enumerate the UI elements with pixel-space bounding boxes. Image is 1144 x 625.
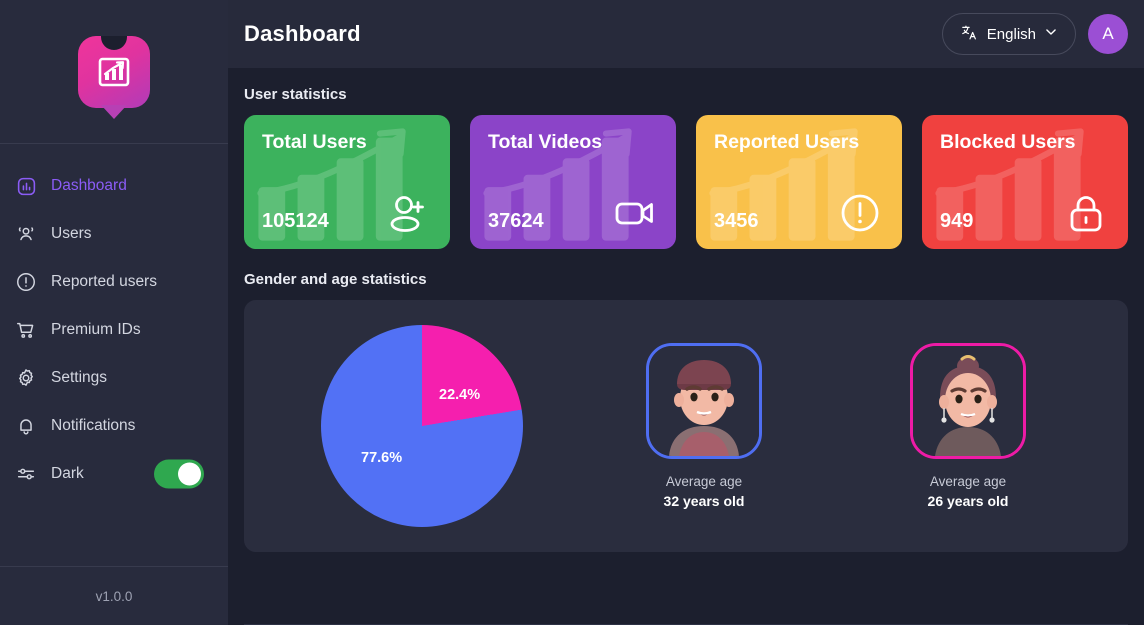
toggle-knob — [178, 462, 201, 486]
sidebar-item-settings[interactable]: Settings — [0, 354, 228, 402]
female-average-age-value: 26 years old — [927, 493, 1009, 509]
female-avatar-icon — [910, 343, 1026, 459]
sidebar-item-notifications[interactable]: Notifications — [0, 402, 228, 450]
stat-card-title: Blocked Users — [940, 131, 1076, 153]
sidebar-item-dashboard[interactable]: Dashboard — [0, 162, 228, 210]
translate-icon — [960, 23, 979, 46]
main-area: Dashboard English A User statistics Tota… — [228, 0, 1144, 625]
stat-card-value: 949 — [940, 210, 974, 232]
stat-card-total-users[interactable]: Total Users 105124 — [244, 115, 450, 249]
stat-card-title: Total Videos — [488, 131, 603, 153]
pie-chart-graphic: 22.4% 77.6% — [321, 325, 523, 527]
alert-circle-icon — [14, 270, 38, 294]
page-title: Dashboard — [244, 21, 361, 46]
gear-icon — [14, 366, 38, 390]
chevron-down-icon — [1044, 25, 1058, 43]
video-camera-icon — [610, 189, 658, 237]
top-bar: Dashboard English A — [228, 0, 1144, 68]
sidebar-item-label: Users — [51, 225, 92, 242]
male-stat-block: Average age 32 years old — [572, 343, 836, 509]
male-average-age-caption: Average age — [665, 474, 743, 489]
user-statistics-title: User statistics — [244, 86, 347, 103]
stat-card-blocked-users[interactable]: Blocked Users 949 — [922, 115, 1128, 249]
app-logo — [0, 0, 228, 143]
male-average-age-value: 32 years old — [663, 493, 745, 509]
sidebar-item-premium-ids[interactable]: Premium IDs — [0, 306, 228, 354]
users-group-icon — [14, 222, 38, 246]
stat-card-value: 3456 — [714, 210, 759, 232]
stat-card-total-videos[interactable]: Total Videos 37624 — [470, 115, 676, 249]
stat-card-title: Reported Users — [714, 131, 860, 153]
shopping-cart-icon — [14, 318, 38, 342]
top-bar-actions: English A — [941, 13, 1128, 55]
dark-mode-toggle[interactable] — [154, 459, 204, 489]
stat-card-reported-users[interactable]: Reported Users 3456 — [696, 115, 902, 249]
sidebar-item-label: Dashboard — [51, 177, 127, 194]
dashboard-app: Dashboard Users Reported users Premium I… — [0, 0, 1144, 625]
chart-bubble-logo-icon — [78, 35, 150, 108]
sidebar-item-label: Settings — [51, 369, 108, 386]
female-stat-block: Average age 26 years old — [836, 343, 1100, 509]
sidebar: Dashboard Users Reported users Premium I… — [0, 0, 228, 625]
stat-card-list: Total Users 105124 Total Videos 37624 Re… — [244, 115, 1128, 249]
pie-slice-label-male: 77.6% — [361, 450, 403, 466]
stat-card-value: 37624 — [488, 210, 544, 232]
chart-square-icon — [14, 174, 38, 198]
stat-card-title: Total Users — [262, 131, 367, 153]
sidebar-item-users[interactable]: Users — [0, 210, 228, 258]
stat-card-value: 105124 — [262, 210, 329, 232]
user-plus-icon — [384, 189, 432, 237]
sidebar-item-dark[interactable]: Dark — [0, 450, 228, 498]
language-selector[interactable]: English — [941, 13, 1076, 55]
gender-age-card: 22.4% 77.6% Average age 32 years old Ave… — [244, 300, 1128, 552]
male-avatar-icon — [646, 343, 762, 459]
lock-icon — [1062, 189, 1110, 237]
sidebar-nav: Dashboard Users Reported users Premium I… — [0, 144, 228, 566]
bell-icon — [14, 414, 38, 438]
language-label: English — [986, 25, 1036, 43]
gender-pie-chart: 22.4% 77.6% — [272, 325, 572, 527]
exclamation-circle-icon — [836, 189, 884, 237]
sidebar-item-label: Premium IDs — [51, 321, 141, 338]
avatar[interactable]: A — [1088, 14, 1128, 54]
dashboard-content: User statistics Total Users 105124 Total… — [228, 68, 1144, 625]
sidebar-item-label: Reported users — [51, 273, 157, 290]
sliders-icon — [14, 462, 38, 486]
sidebar-item-reported-users[interactable]: Reported users — [0, 258, 228, 306]
sidebar-item-label: Notifications — [51, 417, 136, 434]
female-average-age-caption: Average age — [929, 474, 1007, 489]
pie-slice-label-female: 22.4% — [439, 387, 481, 403]
app-version: v1.0.0 — [95, 588, 133, 604]
sidebar-item-label: Dark — [51, 465, 84, 482]
gender-age-title: Gender and age statistics — [244, 271, 427, 288]
